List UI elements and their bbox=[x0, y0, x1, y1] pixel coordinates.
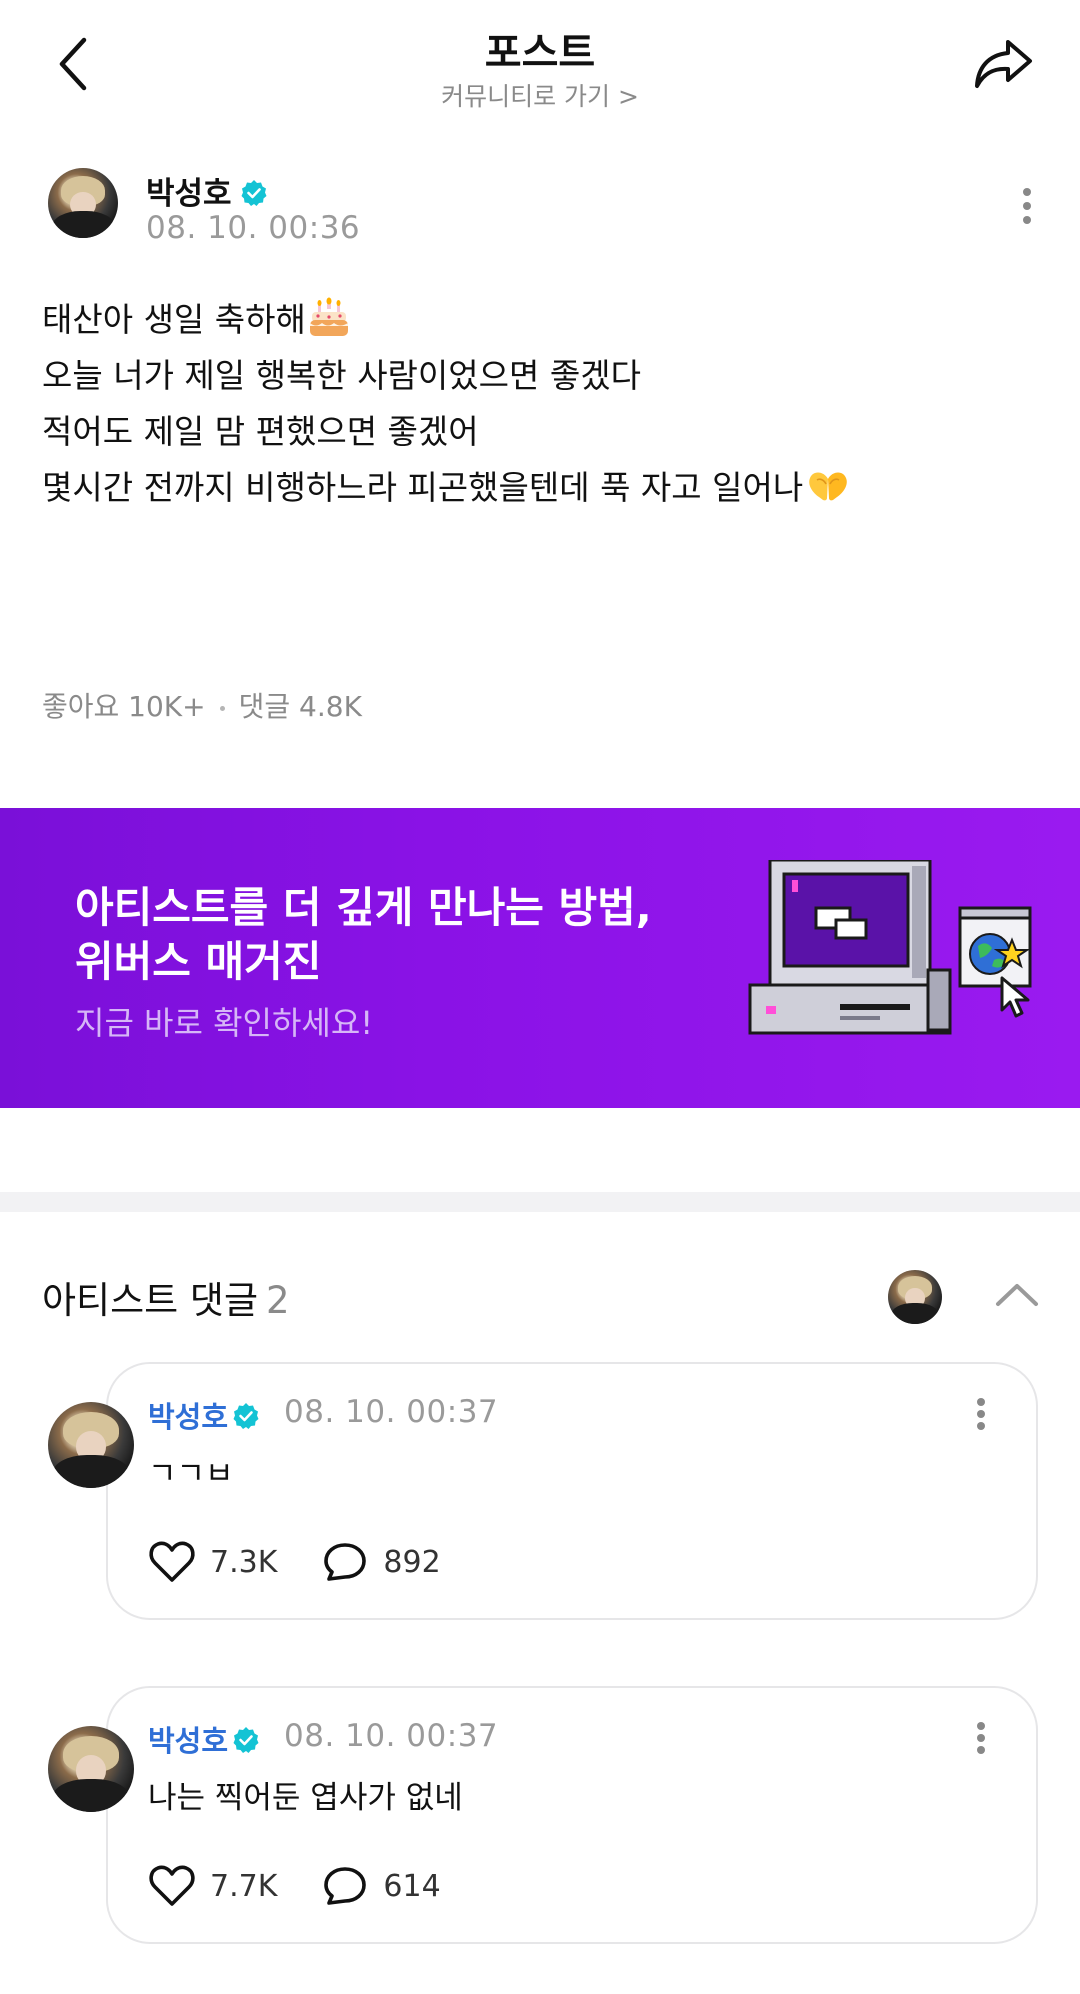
like-count: 7.7K bbox=[210, 1868, 278, 1904]
post-stats: 좋아요 10K+ 댓글 4.8K bbox=[42, 685, 362, 725]
comment-author: 박성호 bbox=[148, 1400, 229, 1434]
verified-icon bbox=[241, 179, 267, 206]
heart-icon bbox=[149, 1541, 195, 1582]
artist-comments-count: 2 bbox=[266, 1279, 290, 1322]
top-header: 포스트 커뮤니티로 가기 > bbox=[0, 0, 1080, 140]
banner-subtitle: 지금 바로 확인하세요! bbox=[75, 1004, 374, 1042]
author-name: 박성호 bbox=[146, 176, 232, 212]
comment-card[interactable]: 박성호 08. 10. 00:37 ㄱㄱㅂ 7.3K 892 bbox=[106, 1362, 1038, 1620]
reply-button[interactable]: 892 bbox=[321, 1539, 441, 1585]
reply-count: 614 bbox=[383, 1868, 441, 1904]
comment-author-row[interactable]: 박성호 bbox=[148, 1394, 260, 1436]
page-title: 포스트 bbox=[484, 30, 596, 76]
collapse-button[interactable] bbox=[992, 1274, 1042, 1314]
artist-comments-title: 아티스트 댓글 2 bbox=[42, 1279, 290, 1322]
chevron-up-icon bbox=[996, 1284, 1038, 1306]
like-button[interactable]: 7.3K bbox=[148, 1539, 277, 1585]
more-icon bbox=[1023, 188, 1031, 224]
more-icon bbox=[977, 1398, 985, 1430]
retro-computer-icon bbox=[748, 860, 1032, 1035]
share-icon bbox=[975, 40, 1032, 88]
comment-more-button[interactable] bbox=[966, 1712, 996, 1768]
post-line: 태산아 생일 축하해 bbox=[42, 292, 1042, 348]
banner-title-line1: 아티스트를 더 깊게 만나는 방법, bbox=[75, 883, 652, 932]
avatar[interactable] bbox=[48, 168, 118, 238]
post-line: 적어도 제일 맘 편했으면 좋겠어 bbox=[42, 412, 479, 451]
weverse-magazine-banner[interactable]: 아티스트를 더 깊게 만나는 방법, 위버스 매거진 지금 바로 확인하세요! bbox=[0, 808, 1080, 1108]
comment-text: ㄱㄱㅂ bbox=[148, 1456, 234, 1492]
more-icon bbox=[977, 1722, 985, 1754]
artist-comment: 박성호 08. 10. 00:37 ㄱㄱㅂ 7.3K 892 bbox=[0, 1362, 1080, 1622]
verified-icon bbox=[233, 1403, 259, 1429]
comment-author: 박성호 bbox=[148, 1724, 229, 1758]
comment-more-button[interactable] bbox=[966, 1388, 996, 1444]
avatar[interactable] bbox=[48, 1402, 134, 1488]
post-author: 박성호 08. 10. 00:36 bbox=[48, 168, 1032, 248]
reply-count: 892 bbox=[383, 1544, 441, 1580]
comment-bubble-icon bbox=[324, 1543, 367, 1581]
comment-card[interactable]: 박성호 08. 10. 00:37 나는 찍어둔 엽사가 없네 7.7K 614 bbox=[106, 1686, 1038, 1944]
post-line: 몇시간 전까지 비행하느라 피곤했을텐데 푹 자고 일어나 bbox=[42, 460, 1042, 516]
go-to-community-link[interactable]: 커뮤니티로 가기 > bbox=[0, 77, 1080, 113]
comment-count[interactable]: 댓글 4.8K bbox=[239, 690, 362, 723]
heart-hands-icon bbox=[809, 472, 848, 501]
share-button[interactable] bbox=[968, 34, 1038, 94]
comment-actions: 7.3K 892 bbox=[148, 1536, 441, 1588]
author-name-row[interactable]: 박성호 bbox=[146, 168, 268, 213]
like-count: 7.3K bbox=[210, 1544, 278, 1580]
like-count[interactable]: 좋아요 10K+ bbox=[42, 690, 206, 723]
comment-author-row[interactable]: 박성호 bbox=[148, 1718, 260, 1760]
post-line: 오늘 너가 제일 행복한 사람이었으면 좋겠다 bbox=[42, 356, 641, 395]
comment-actions: 7.7K 614 bbox=[148, 1860, 441, 1912]
comment-text: 나는 찍어둔 엽사가 없네 bbox=[148, 1780, 463, 1816]
reply-button[interactable]: 614 bbox=[321, 1863, 441, 1909]
section-divider bbox=[0, 1192, 1080, 1212]
comment-date: 08. 10. 00:37 bbox=[284, 1718, 499, 1754]
comment-date: 08. 10. 00:37 bbox=[284, 1394, 499, 1430]
post-body: 태산아 생일 축하해 오늘 너가 제일 행복한 사람이었으면 좋겠다 적어도 제… bbox=[42, 292, 1042, 516]
avatar[interactable] bbox=[48, 1726, 134, 1812]
post-page: 포스트 커뮤니티로 가기 > 박성호 08. 10. 00:36 태산아 생일 … bbox=[0, 0, 1080, 1994]
post-more-button[interactable] bbox=[1012, 178, 1042, 234]
post-date: 08. 10. 00:36 bbox=[146, 210, 361, 246]
avatar[interactable] bbox=[888, 1270, 942, 1324]
heart-icon bbox=[149, 1865, 195, 1906]
artist-comment: 박성호 08. 10. 00:37 나는 찍어둔 엽사가 없네 7.7K 614 bbox=[0, 1686, 1080, 1946]
banner-title-line2: 위버스 매거진 bbox=[75, 937, 322, 986]
artist-comments-header: 아티스트 댓글 2 bbox=[42, 1270, 1042, 1330]
comment-bubble-icon bbox=[324, 1867, 367, 1905]
like-button[interactable]: 7.7K bbox=[148, 1863, 277, 1909]
verified-icon bbox=[233, 1727, 259, 1753]
birthday-cake-icon bbox=[309, 297, 348, 336]
